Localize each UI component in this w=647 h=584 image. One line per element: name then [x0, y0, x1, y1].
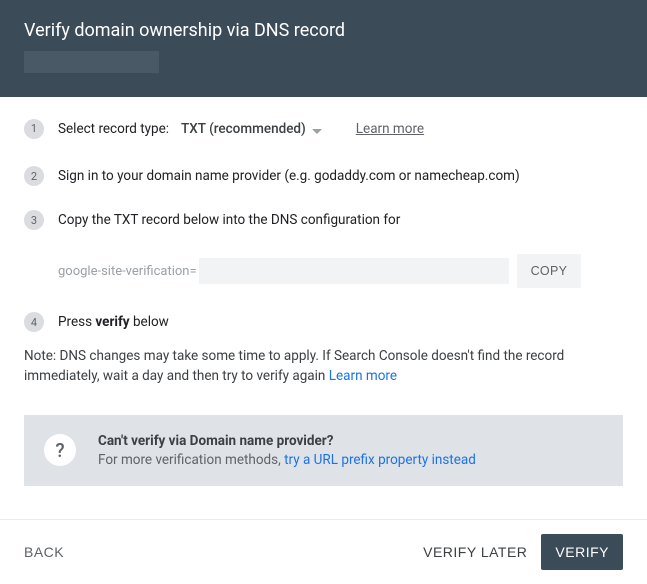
step-4-bold: verify	[95, 314, 129, 330]
record-type-label: Select record type:	[58, 121, 169, 137]
info-box: ? Can't verify via Domain name provider?…	[24, 415, 623, 486]
step-1: 1 Select record type: TXT (recommended) …	[24, 115, 623, 142]
verify-button[interactable]: VERIFY	[541, 534, 623, 570]
domain-name-placeholder	[24, 51, 159, 73]
chevron-down-icon	[312, 119, 322, 138]
dialog-content: 1 Select record type: TXT (recommended) …	[0, 97, 647, 486]
txt-prefix-label: google-site-verification=	[58, 264, 197, 279]
copy-button[interactable]: COPY	[517, 254, 582, 288]
info-title: Can't verify via Domain name provider?	[98, 433, 476, 449]
info-body: For more verification methods,	[98, 452, 284, 468]
step-2-text: Sign in to your domain name provider (e.…	[58, 168, 520, 184]
dialog-footer: BACK VERIFY LATER VERIFY	[0, 519, 647, 584]
note-learn-more-link[interactable]: Learn more	[329, 368, 397, 384]
dialog-title: Verify domain ownership via DNS record	[24, 20, 623, 41]
record-type-dropdown[interactable]: TXT (recommended)	[179, 115, 324, 142]
back-button[interactable]: BACK	[24, 544, 64, 560]
step-1-content: Select record type: TXT (recommended) Le…	[58, 115, 424, 142]
learn-more-link[interactable]: Learn more	[356, 121, 424, 137]
step-4-text: Press verify below	[58, 314, 169, 330]
question-icon: ?	[44, 434, 76, 466]
url-prefix-link[interactable]: try a URL prefix property instead	[284, 452, 476, 468]
info-text: For more verification methods, try a URL…	[98, 452, 476, 468]
note-body: Note: DNS changes may take some time to …	[24, 348, 564, 384]
step-number-badge: 1	[24, 119, 44, 139]
step-4-suffix: below	[130, 314, 169, 330]
info-content: Can't verify via Domain name provider? F…	[98, 433, 476, 468]
txt-value-input[interactable]	[199, 258, 509, 284]
step-3: 3 Copy the TXT record below into the DNS…	[24, 210, 623, 230]
step-number-badge: 2	[24, 166, 44, 186]
step-number-badge: 4	[24, 312, 44, 332]
dropdown-value: TXT (recommended)	[181, 121, 306, 137]
step-4-prefix: Press	[58, 314, 95, 330]
step-3-text: Copy the TXT record below into the DNS c…	[58, 212, 400, 228]
verify-later-button[interactable]: VERIFY LATER	[423, 544, 527, 560]
dialog-header: Verify domain ownership via DNS record	[0, 0, 647, 97]
step-2: 2 Sign in to your domain name provider (…	[24, 166, 623, 186]
note-text: Note: DNS changes may take some time to …	[24, 346, 623, 387]
txt-record-row: google-site-verification= COPY	[58, 254, 623, 288]
step-number-badge: 3	[24, 210, 44, 230]
step-4: 4 Press verify below	[24, 312, 623, 332]
